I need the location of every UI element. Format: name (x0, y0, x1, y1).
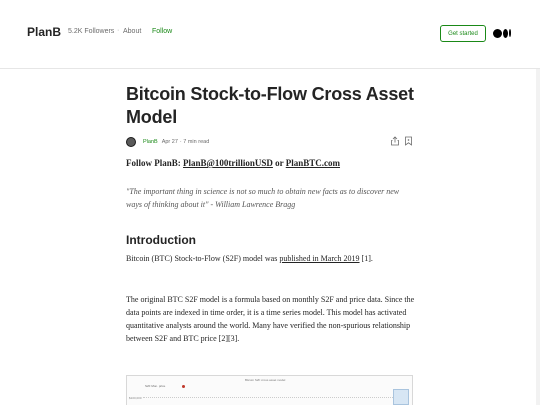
follow-line: Follow PlanB: PlanB@100trillionUSD or Pl… (126, 158, 340, 168)
about-link[interactable]: About (123, 28, 141, 35)
share-icon[interactable] (390, 136, 400, 146)
paragraph-original-model: The original BTC S2F model is a formula … (126, 295, 415, 343)
page-scroll-track (536, 69, 540, 405)
section-heading-introduction: Introduction (126, 233, 196, 247)
byline: PlanB Apr 27 · 7 min read (126, 136, 209, 148)
publication-brand[interactable]: PlanB (27, 25, 61, 39)
chart-marker (182, 385, 185, 388)
get-started-button[interactable]: Get started (440, 25, 486, 42)
author-avatar[interactable] (126, 137, 136, 147)
twitter-link[interactable]: PlanB@100trillionUSD (183, 158, 273, 168)
publish-date: Apr 27 (161, 139, 178, 145)
follow-or: or (272, 158, 286, 168)
separator-dot: · (117, 27, 120, 34)
chart-legend: S2F Mon. price (145, 384, 166, 388)
chart-gridline (143, 397, 393, 398)
chart-image-preview: Bitcoin S2F cross asset model S2F Mon. p… (126, 375, 413, 405)
top-bar: PlanB 5.2K Followers · About Follow Get … (0, 0, 540, 69)
followers-count[interactable]: 5.2K Followers (68, 28, 114, 35)
logo-circle-large (493, 28, 502, 38)
follow-link[interactable]: Follow (152, 28, 172, 35)
chart-title: Bitcoin S2F cross asset model (245, 378, 286, 382)
published-link[interactable]: published in March 2019 (279, 254, 359, 263)
follow-prefix: Follow PlanB: (126, 158, 184, 168)
chart-legend-box (393, 389, 409, 405)
article-title: Bitcoin Stock-to-Flow Cross Asset Model (126, 84, 414, 127)
paragraph-intro: Bitcoin (BTC) Stock-to-Flow (S2F) model … (126, 252, 416, 265)
epigraph-quote: "The important thing in science is not s… (126, 187, 400, 209)
para1-text-after: [1]. (359, 254, 373, 263)
logo-ellipse-medium (503, 28, 508, 38)
read-time: · 7 min read (179, 139, 210, 145)
site-link[interactable]: PlanBTC.com (286, 158, 340, 168)
author-name[interactable]: PlanB (143, 139, 158, 145)
logo-ellipse-small (509, 29, 511, 37)
bookmark-icon[interactable] (404, 136, 413, 146)
medium-logo-icon[interactable] (493, 27, 511, 39)
para1-text-before: Bitcoin (BTC) Stock-to-Flow (S2F) model … (126, 254, 280, 263)
chart-ytick: $100,000 (129, 396, 142, 400)
